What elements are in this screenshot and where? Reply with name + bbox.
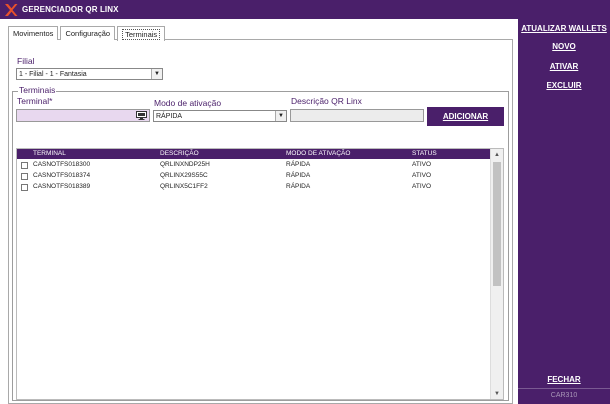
terminais-table: TERMINAL DESCRIÇÃO MODO DE ATIVAÇÃO STAT… [16,148,504,400]
main-content: Movimentos Configuração Terminais Filial… [0,19,518,404]
atualizar-wallets-button[interactable]: ATUALIZAR WALLETS [518,24,610,33]
terminal-input[interactable] [16,109,150,122]
row-checkbox[interactable] [21,162,28,169]
cell-descricao: QRLINXNDP25H [160,161,210,168]
modo-ativacao-label: Modo de ativação [154,98,222,108]
cell-descricao: QRLINX29S55C [160,172,208,179]
chevron-down-icon[interactable]: ▼ [151,69,162,79]
linx-x-logo-icon [4,3,18,17]
tab-configuracao-label: Configuração [65,29,111,38]
filial-select-value: 1 - Filial - 1 - Fantasia [19,70,87,78]
table-row[interactable]: CASNOTFS018374 QRLINX29S55C RÁPIDA ATIVO [17,171,491,182]
terminais-group-legend: Terminais [18,85,57,95]
tab-movimentos-label: Movimentos [13,29,54,38]
cell-descricao: QRLINX5C1FF2 [160,183,208,190]
scroll-down-icon[interactable]: ▼ [491,388,503,399]
cell-terminal: CASNOTFS018374 [33,172,91,179]
column-header-status[interactable]: STATUS [412,149,437,159]
version-label: CAR310 [550,392,578,399]
modo-ativacao-select[interactable]: RÁPIDA ▼ [153,110,287,122]
cell-modo: RÁPIDA [286,161,311,168]
descricao-qr-label: Descrição QR Linx [291,96,362,106]
fechar-button[interactable]: FECHAR [518,375,610,384]
ativar-button[interactable]: ATIVAR [518,62,610,71]
adicionar-button[interactable]: ADICIONAR [427,107,504,126]
modo-ativacao-value: RÁPIDA [156,112,183,120]
novo-button[interactable]: NOVO [518,42,610,51]
table-scrollbar[interactable]: ▲ ▼ [490,149,503,399]
scroll-up-icon[interactable]: ▲ [491,149,503,160]
tab-bar: Movimentos Configuração Terminais [8,26,167,41]
tab-movimentos[interactable]: Movimentos [8,26,59,40]
action-sidebar: ATUALIZAR WALLETS NOVO ATIVAR EXCLUIR FE… [518,19,610,404]
terminal-label: Terminal* [17,96,53,106]
window-title: GERENCIADOR QR LINX [22,5,119,14]
scroll-thumb[interactable] [493,162,501,286]
monitor-icon[interactable] [136,111,147,120]
filial-label: Filial [17,56,35,66]
tab-configuracao[interactable]: Configuração [60,26,116,40]
column-header-modo[interactable]: MODO DE ATIVAÇÃO [286,149,350,159]
filial-select[interactable]: 1 - Filial - 1 - Fantasia ▼ [16,68,163,80]
sidebar-divider [518,388,610,389]
cell-modo: RÁPIDA [286,172,311,179]
cell-terminal: CASNOTFS018300 [33,161,91,168]
cell-status: ATIVO [412,172,432,179]
tab-terminais-label: Terminais [122,28,161,40]
title-bar: GERENCIADOR QR LINX [0,0,610,19]
cell-status: ATIVO [412,161,432,168]
cell-status: ATIVO [412,183,432,190]
table-header: TERMINAL DESCRIÇÃO MODO DE ATIVAÇÃO STAT… [17,149,491,159]
column-header-descricao[interactable]: DESCRIÇÃO [160,149,199,159]
row-checkbox[interactable] [21,173,28,180]
cell-modo: RÁPIDA [286,183,311,190]
row-checkbox[interactable] [21,184,28,191]
tab-terminais[interactable]: Terminais [117,26,166,41]
descricao-qr-input[interactable] [290,109,424,122]
chevron-down-icon[interactable]: ▼ [275,111,286,121]
column-header-terminal[interactable]: TERMINAL [33,149,66,159]
cell-terminal: CASNOTFS018389 [33,183,91,190]
excluir-button[interactable]: EXCLUIR [518,81,610,90]
table-row[interactable]: CASNOTFS018389 QRLINX5C1FF2 RÁPIDA ATIVO [17,182,491,193]
table-row[interactable]: CASNOTFS018300 QRLINXNDP25H RÁPIDA ATIVO [17,160,491,171]
